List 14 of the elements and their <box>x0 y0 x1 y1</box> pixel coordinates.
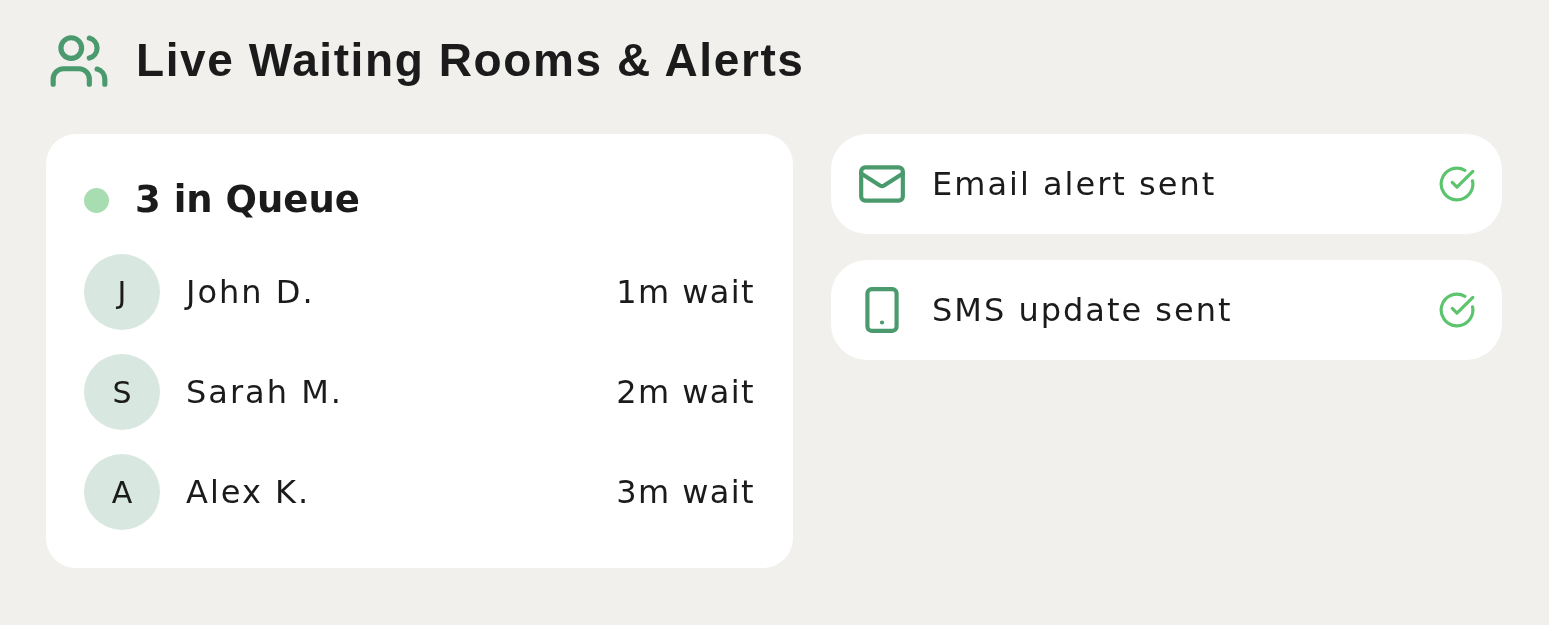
queue-title: 3 in Queue <box>135 178 360 223</box>
avatar-initial: J <box>84 254 160 331</box>
alert-label: Email alert sent <box>932 165 1217 203</box>
wait-time: 2m wait <box>616 373 755 412</box>
patient-name: John D. <box>186 273 315 312</box>
status-dot-icon <box>84 187 109 213</box>
page-title: Live Waiting Rooms & Alerts <box>136 33 805 89</box>
patient-name: Alex K. <box>186 473 311 512</box>
avatar-initial: A <box>84 454 160 531</box>
alert-label: SMS update sent <box>932 291 1233 329</box>
wait-time: 1m wait <box>616 273 755 312</box>
patient-name: Sarah M. <box>186 373 343 412</box>
avatar-initial: S <box>84 354 160 431</box>
wait-time: 3m wait <box>616 473 755 512</box>
